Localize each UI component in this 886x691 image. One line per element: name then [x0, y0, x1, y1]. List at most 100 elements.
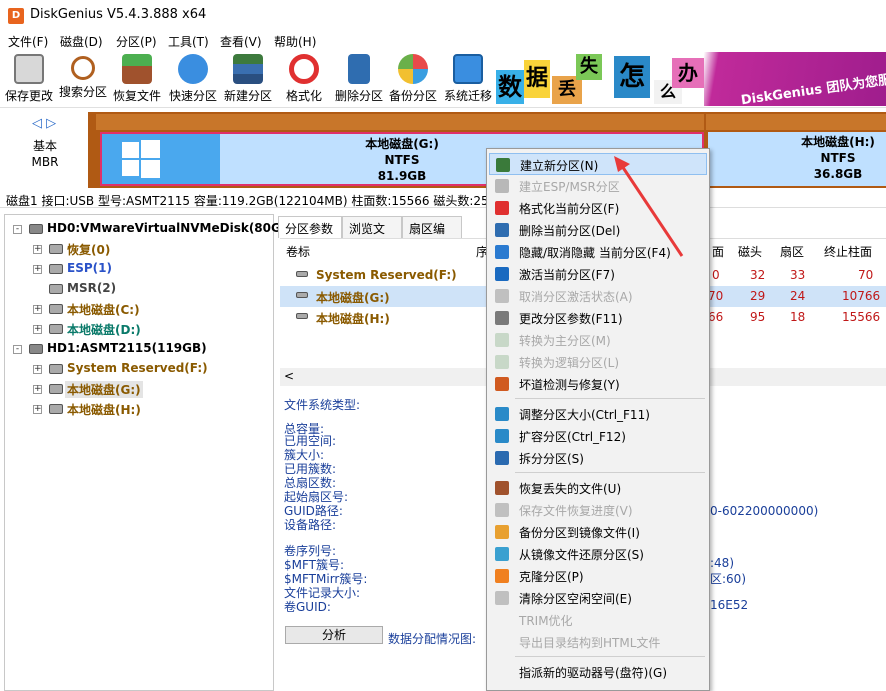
partition-icon [49, 384, 63, 394]
format-button[interactable]: 格式化 [284, 54, 324, 106]
tab-browse-files[interactable]: 浏览文件 [342, 216, 402, 253]
partition-h-block[interactable]: 本地磁盘(H:) NTFS 36.8GB [708, 132, 886, 186]
backup-partition-button[interactable]: 备份分区 [388, 54, 438, 106]
context-menu-item[interactable]: 调整分区大小(Ctrl_F11) [489, 403, 707, 425]
cell-volume: System Reserved(F:) [316, 268, 457, 282]
new-partition-button[interactable]: 新建分区 [222, 54, 274, 106]
toolbar-label: 备份分区 [388, 89, 437, 103]
column-header-head[interactable]: 磁头 [738, 243, 762, 260]
cell-volume: 本地磁盘(G:) [316, 291, 390, 305]
analyze-button[interactable]: 分析 [285, 626, 383, 644]
context-menu-item[interactable]: 指派新的驱动器号(盘符)(G) [489, 661, 707, 683]
context-menu-item[interactable]: 激活当前分区(F7) [489, 263, 707, 285]
collapse-icon[interactable]: - [13, 345, 22, 354]
context-menu-item[interactable]: 清除分区空闲空间(E) [489, 587, 707, 609]
scroll-left-icon[interactable]: < [284, 369, 294, 383]
context-menu-item: 建立ESP/MSR分区 [489, 175, 707, 197]
context-menu-item[interactable]: 坏道检测与修复(Y) [489, 373, 707, 395]
context-menu-item-label: 导出目录结构到HTML文件 [519, 636, 661, 650]
partition-h-name: 本地磁盘(H:) [801, 135, 875, 149]
menu-disk[interactable]: 磁盘(D) [60, 33, 103, 50]
detail-alloc-label: 数据分配情况图: [388, 632, 477, 646]
tab-sector-edit[interactable]: 扇区编辑 [402, 216, 462, 253]
context-menu-item[interactable]: 建立新分区(N) [489, 153, 707, 175]
recover-box-icon [495, 481, 509, 495]
save-changes-button[interactable]: 保存更改 [4, 54, 54, 106]
tree-item-d[interactable]: 本地磁盘(D:) [67, 321, 141, 338]
detail-volguid-value: 16E52 [710, 598, 749, 612]
recover-files-button[interactable]: 恢复文件 [112, 54, 162, 106]
context-menu-item[interactable]: 更改分区参数(F11) [489, 307, 707, 329]
cell-head: 29 [750, 289, 766, 303]
context-menu-item: 取消分区激活状态(A) [489, 285, 707, 307]
column-header-volume[interactable]: 卷标 [286, 243, 310, 260]
column-header-end-cyl[interactable]: 终止柱面 [824, 243, 872, 260]
system-migrate-button[interactable]: 系统迁移 [442, 54, 494, 106]
context-menu-item-label: TRIM优化 [519, 614, 573, 628]
expand-icon[interactable]: + [33, 245, 42, 254]
menu-file[interactable]: 文件(F) [8, 33, 48, 50]
detail-mft-value: :48) [710, 556, 734, 570]
promo-banner[interactable]: 数 据 丢 失 怎 么 办 DiskGenius 团队为您服务 [494, 52, 886, 106]
title-bar: D DiskGenius V5.4.3.888 x64 [0, 0, 886, 30]
context-menu-item: TRIM优化 [489, 609, 707, 631]
expand-icon[interactable]: + [33, 385, 42, 394]
partition-h-size: 36.8GB [813, 167, 863, 181]
expand-icon[interactable]: + [33, 325, 42, 334]
collapse-icon[interactable]: - [13, 225, 22, 234]
tree-item-g[interactable]: 本地磁盘(G:) [65, 381, 143, 398]
context-menu-item[interactable]: 隐藏/取消隐藏 当前分区(F4) [489, 241, 707, 263]
disk-tree[interactable]: - HD0:VMwareVirtualNVMeDisk(80GB + 恢复(0)… [4, 214, 290, 691]
context-menu-item-label: 克隆分区(P) [519, 570, 584, 584]
menu-separator [515, 398, 705, 399]
partition-icon [49, 264, 63, 274]
cell-volume: 本地磁盘(H:) [316, 312, 390, 326]
wipe-icon [495, 591, 509, 605]
column-header-cyl[interactable]: 面 [712, 243, 724, 260]
context-menu-item[interactable]: 备份分区到镜像文件(I) [489, 521, 707, 543]
delete-partition-button[interactable]: 删除分区 [334, 54, 384, 106]
menu-bar: 文件(F) 磁盘(D) 分区(P) 工具(T) 查看(V) 帮助(H) [0, 30, 886, 52]
menu-view[interactable]: 查看(V) [220, 33, 262, 50]
expand-icon[interactable]: + [33, 265, 42, 274]
cell-sector: 24 [790, 289, 806, 303]
partition-g-header [96, 114, 704, 130]
tree-item-h[interactable]: 本地磁盘(H:) [67, 401, 141, 418]
toolbar-label: 搜索分区 [58, 85, 107, 99]
context-menu-item[interactable]: 从镜像文件还原分区(S) [489, 543, 707, 565]
banner-char: 办 [672, 58, 704, 88]
cell-sector: 18 [790, 310, 806, 324]
quick-partition-button[interactable]: 快速分区 [168, 54, 218, 106]
expand-icon[interactable]: + [33, 405, 42, 414]
migrate-icon [453, 54, 483, 84]
deactivate-icon [495, 289, 509, 303]
expand-icon[interactable]: + [33, 305, 42, 314]
tree-item-recovery[interactable]: 恢复(0) [67, 241, 110, 258]
disk-nav-arrows-icon[interactable]: ◁ ▷ [32, 116, 56, 131]
context-menu-item[interactable]: 拆分分区(S) [489, 447, 707, 469]
disk-type-label: 基本 MBR [4, 138, 86, 170]
tree-item-hd0[interactable]: HD0:VMwareVirtualNVMeDisk(80GB [47, 221, 290, 235]
menu-help[interactable]: 帮助(H) [274, 33, 316, 50]
context-menu-item[interactable]: 格式化当前分区(F) [489, 197, 707, 219]
context-menu-item[interactable]: 扩容分区(Ctrl_F12) [489, 425, 707, 447]
context-menu-item[interactable]: 克隆分区(P) [489, 565, 707, 587]
search-partition-button[interactable]: 搜索分区 [58, 54, 108, 106]
expand-icon[interactable]: + [33, 365, 42, 374]
tree-item-msr[interactable]: MSR(2) [67, 281, 116, 295]
tree-item-c[interactable]: 本地磁盘(C:) [67, 301, 140, 318]
menu-tools[interactable]: 工具(T) [168, 33, 209, 50]
detail-label: 卷GUID: [284, 600, 331, 614]
tab-partition-params[interactable]: 分区参数 [278, 216, 342, 238]
column-header-sector[interactable]: 扇区 [780, 243, 804, 260]
tools-icon [495, 377, 509, 391]
tree-item-esp[interactable]: ESP(1) [67, 261, 112, 275]
partition-icon [296, 271, 308, 277]
tree-item-f[interactable]: System Reserved(F:) [67, 361, 208, 375]
detail-mftmirr-value: 区:60) [710, 572, 746, 586]
context-menu-item[interactable]: 删除当前分区(Del) [489, 219, 707, 241]
tree-item-hd1[interactable]: HD1:ASMT2115(119GB) [47, 341, 207, 355]
context-menu-item[interactable]: 恢复丢失的文件(U) [489, 477, 707, 499]
menu-partition[interactable]: 分区(P) [116, 33, 157, 50]
clone-icon [495, 569, 509, 583]
